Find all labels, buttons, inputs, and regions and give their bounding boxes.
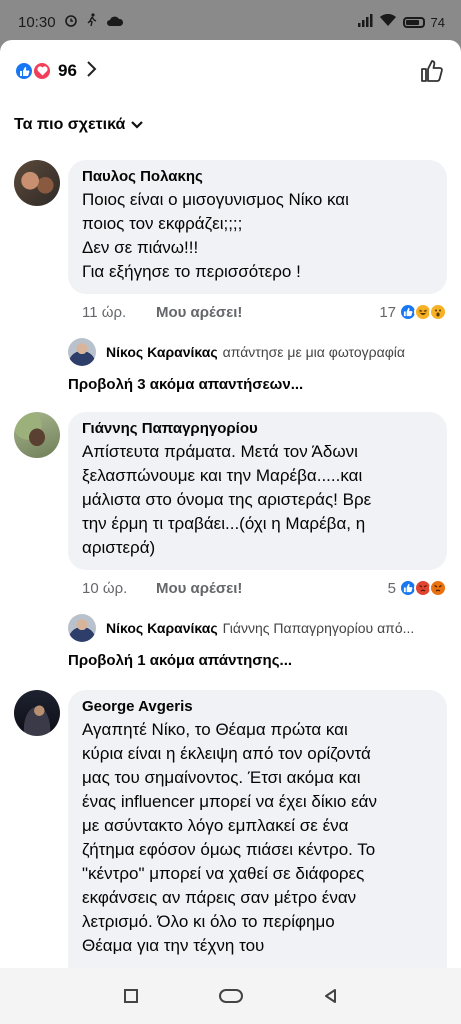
comment-line: εκφάνσεις αν πάρεις σαν μέτρο έναν: [82, 888, 357, 907]
signal-icon: [357, 14, 373, 30]
comment-reactions[interactable]: 17: [379, 303, 447, 321]
comment-bubble: Παυλος Πολακης Ποιος είναι ο μισογυνισμο…: [68, 160, 447, 294]
comments-sheet: 96 Τα πιο σχετικά Παυλος Πολακης Ποιος ε…: [0, 40, 461, 968]
wifi-icon: [379, 13, 397, 30]
back-triangle-icon: [324, 989, 336, 1003]
comment-line: Απίστευτα πράματα. Μετά τον Άδωνι: [82, 442, 358, 461]
back-button[interactable]: [281, 988, 381, 1004]
thumbs-up-outline-icon: [421, 60, 443, 82]
walking-icon: [86, 13, 98, 31]
wow-icon: [429, 303, 447, 321]
avatar[interactable]: [14, 160, 60, 206]
love-reaction-icon: [32, 61, 52, 81]
comment-bubble: Γιάννης Παπαγρηγορίου Απίστευτα πράματα.…: [68, 412, 447, 570]
home-button[interactable]: [181, 988, 281, 1004]
comment-line: κύρια είναι η έκλειψη από τον ορίζοντά: [82, 744, 371, 763]
like-comment-button[interactable]: Μου αρέσει!: [156, 580, 242, 597]
comment-text: Ποιος είναι ο μισογυνισμος Νίκο και ποιο…: [82, 188, 433, 284]
comment-reactions[interactable]: 5: [388, 579, 447, 597]
home-pill-icon: [218, 989, 243, 1003]
square-icon: [123, 989, 138, 1003]
comment-meta: 11 ώρ. Μου αρέσει! 17: [0, 294, 461, 330]
view-more-replies-link[interactable]: Προβολή 1 ακόμα απάντησης...: [0, 646, 461, 674]
comment-line: Αγαπητέ Νίκο, το Θέαμα πρώτα και: [82, 720, 348, 739]
comment-line: Θέαμα για την τέχνη του: [82, 936, 265, 955]
comment-author[interactable]: Γιάννης Παπαγρηγορίου: [82, 420, 433, 437]
comment-line: ξελασπώνουμε και την Μαρέβα.....και: [82, 466, 363, 485]
comment-text: Αγαπητέ Νίκο, το Θέαμα πρώτα και κύρια ε…: [82, 718, 433, 958]
avatar[interactable]: [14, 690, 60, 736]
cloud-icon: [106, 14, 124, 31]
comment-meta: 10 ώρ. Μου αρέσει! 5: [0, 570, 461, 606]
chevron-right-icon: [85, 58, 97, 84]
reply-author: Νίκος Καρανίκας: [106, 344, 218, 360]
comment-line: μας του σημαίνοντος. Έτσι ακόμα και: [82, 768, 361, 787]
comment-line: Ποιος είναι ο μισογυνισμος Νίκο και: [82, 190, 349, 209]
status-bar: 10:30 74: [0, 0, 461, 44]
comment: Γιάννης Παπαγρηγορίου Απίστευτα πράματα.…: [0, 412, 461, 570]
comment-line: Για εξήγησε το περισσότερο !: [82, 262, 301, 281]
view-more-replies-link[interactable]: Προβολή 3 ακόμα απαντήσεων...: [0, 370, 461, 398]
comment-line: την έρμη τι τραβάει...(όχι η Μαρέβα, η: [82, 514, 366, 533]
like-reaction-icon: [14, 61, 34, 81]
comment: George Avgeris Αγαπητέ Νίκο, το Θέαμα πρ…: [0, 690, 461, 968]
like-comment-button[interactable]: Μου αρέσει!: [156, 304, 242, 321]
battery-icon: [402, 16, 425, 28]
comment-text: Απίστευτα πράματα. Μετά τον Άδωνι ξελασπ…: [82, 440, 433, 560]
reply-preview[interactable]: Νίκος Καρανίκας Γιάννης Παπαγρηγορίου απ…: [0, 610, 461, 646]
comment-line: ποιος τον εκφράζει;;;;: [82, 214, 243, 233]
status-time: 10:30: [18, 13, 56, 31]
reply-description: Γιάννης Παπαγρηγορίου από...: [222, 620, 415, 636]
comment-line: Δεν σε πιάνω!!!: [82, 238, 199, 257]
chevron-down-icon: [131, 118, 144, 132]
angry-icon: [429, 579, 447, 597]
system-nav-bar: [0, 968, 461, 1024]
battery-percent: 74: [430, 14, 445, 30]
comment-line: μάλιστα στο όνομα της αριστεράς! Βρε: [82, 490, 372, 509]
sort-label: Τα πιο σχετικά: [14, 116, 126, 133]
comment-line: με ασύντακτο λόγο εμπλακεί σε ένα: [82, 816, 349, 835]
recent-apps-button[interactable]: [81, 988, 181, 1004]
comment-bubble: George Avgeris Αγαπητέ Νίκο, το Θέαμα πρ…: [68, 690, 447, 968]
comment-line: αριστερά): [82, 538, 156, 557]
comment-time: 10 ώρ.: [82, 579, 128, 597]
reply-avatar: [68, 338, 96, 366]
reply-description: απάντησε με μια φωτογραφία: [222, 344, 406, 360]
sort-dropdown[interactable]: Τα πιο σχετικά: [0, 102, 461, 148]
comment-reaction-count: 5: [387, 579, 396, 597]
comment: Παυλος Πολακης Ποιος είναι ο μισογυνισμο…: [0, 160, 461, 294]
reactions-summary[interactable]: 96: [14, 58, 97, 84]
reply-avatar: [68, 614, 96, 642]
reply-author: Νίκος Καρανίκας: [106, 620, 218, 636]
comment-line: ζήτημα εφόσον όμως πιάσει κέντρο. Το: [82, 840, 376, 859]
avatar[interactable]: [14, 412, 60, 458]
comment-author[interactable]: Παυλος Πολακης: [82, 168, 433, 185]
comment-line: λετρισμό. Όλο κι όλο το περίφημο: [82, 912, 335, 931]
comment-line: "κέντρο" μπορεί να χαθεί σε διάφορες: [82, 864, 365, 883]
comment-reaction-count: 17: [379, 303, 396, 321]
comment-line: ένας influencer μπορεί να έχει δίκιο εάν: [82, 792, 377, 811]
reply-preview[interactable]: Νίκος Καρανίκας απάντησε με μια φωτογραφ…: [0, 334, 461, 370]
total-reaction-count: 96: [58, 61, 77, 80]
alarm-icon: [64, 13, 78, 31]
sheet-header: 96: [0, 40, 461, 102]
comment-time: 11 ώρ.: [82, 303, 127, 321]
comment-author[interactable]: George Avgeris: [82, 698, 433, 715]
like-post-button[interactable]: [417, 56, 447, 86]
